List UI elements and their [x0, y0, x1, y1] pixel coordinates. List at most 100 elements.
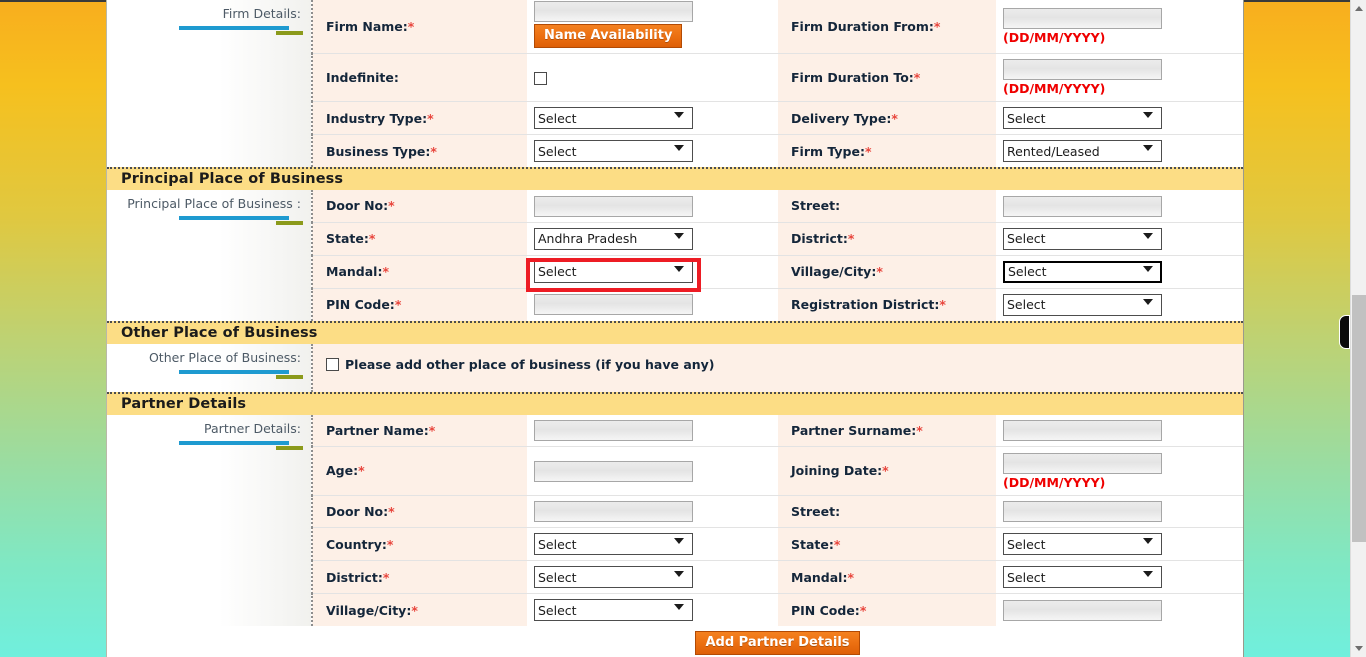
partner-street-input[interactable]: [1003, 501, 1162, 522]
required-asterisk: *: [859, 602, 867, 618]
field-firm-duration-to: (DD/MM/YYYY): [996, 53, 1243, 102]
label-joining-date: Joining Date:*: [778, 446, 996, 496]
partner-age-input[interactable]: [534, 460, 693, 482]
pp-street-input[interactable]: [1003, 195, 1162, 217]
required-asterisk: *: [916, 422, 923, 438]
panel-edge-marker[interactable]: [1339, 315, 1350, 349]
other-place-side-label: Other Place of Business:: [148, 349, 301, 365]
label-text: PIN Code:: [791, 602, 860, 618]
delivery-type-select[interactable]: Select: [1003, 107, 1162, 129]
pp-registration-district-select[interactable]: Select: [1003, 293, 1162, 316]
field-partner-pin-code: [996, 593, 1243, 626]
firm-name-input[interactable]: [534, 0, 693, 22]
field-firm-type: Rented/Leased: [996, 134, 1243, 167]
field-industry-type: Select: [527, 101, 778, 135]
add-partner-row: Add Partner Details: [107, 626, 1243, 657]
label-text: District:: [791, 231, 848, 246]
scrollbar-down-button[interactable]: [1351, 640, 1366, 657]
pp-village-city-select[interactable]: Select: [1003, 260, 1162, 283]
field-partner-district: Select: [527, 560, 778, 594]
label-pp-district: District:*: [778, 222, 996, 256]
firm-details-side-label: Firm Details:: [222, 6, 301, 21]
olive-bar: [276, 221, 303, 225]
label-text: Firm Name:: [326, 18, 408, 34]
partner-district-select-wrap: Select: [534, 566, 693, 588]
field-pp-mandal: Select: [527, 255, 778, 289]
required-asterisk: *: [864, 143, 872, 159]
indefinite-checkbox[interactable]: [534, 71, 547, 85]
label-pp-registration-district: Registration District:*: [778, 288, 996, 321]
label-firm-duration-to: Firm Duration To:*: [778, 53, 996, 102]
blue-bar: [179, 216, 289, 220]
label-text: Delivery Type:: [791, 110, 892, 126]
label-firm-duration-from: Firm Duration From:*: [778, 0, 996, 54]
label-text: Door No:: [326, 503, 389, 519]
firm-type-select-wrap: Rented/Leased: [1003, 140, 1162, 162]
field-joining-date: (DD/MM/YYYY): [996, 446, 1243, 496]
label-text: Firm Duration To:: [791, 69, 914, 85]
partner-country-select[interactable]: Select: [534, 533, 693, 555]
partner-surname-input[interactable]: [1003, 420, 1162, 441]
field-pp-registration-district: Select: [996, 288, 1243, 321]
pp-district-select[interactable]: Select: [1003, 227, 1162, 250]
side-underline: [107, 440, 303, 450]
pp-mandal-select[interactable]: Select: [534, 260, 693, 283]
add-partner-details-button[interactable]: Add Partner Details: [695, 631, 860, 655]
required-asterisk: *: [411, 602, 418, 618]
partner-name-input[interactable]: [534, 420, 693, 441]
label-text: Industry Type:: [326, 110, 428, 126]
field-pp-door-no: [527, 190, 778, 223]
side-underline: [107, 25, 303, 35]
name-availability-button[interactable]: Name Availability: [534, 23, 683, 48]
pp-district-select-wrap: Select: [1003, 227, 1162, 250]
label-text: Indefinite:: [326, 69, 399, 85]
label-text: Firm Duration From:: [791, 18, 934, 34]
label-partner-country: Country:*: [312, 527, 527, 561]
partner-country-select-wrap: Select: [534, 533, 693, 555]
firm-duration-to-input[interactable]: [1003, 59, 1162, 80]
required-asterisk: *: [382, 569, 390, 585]
label-partner-street: Street:: [778, 495, 996, 528]
label-text: Street:: [791, 503, 841, 519]
pp-door-no-input[interactable]: [534, 195, 693, 217]
form-content-panel: Firm Details: Firm Name: * Name Availabil…: [106, 0, 1244, 657]
industry-type-select[interactable]: Select: [534, 107, 693, 129]
partner-village-city-select[interactable]: Select: [534, 599, 693, 621]
required-asterisk: *: [876, 264, 883, 279]
label-partner-state: State:*: [778, 527, 996, 561]
partner-district-select[interactable]: Select: [534, 566, 693, 588]
partner-pin-code-input[interactable]: [1003, 599, 1162, 621]
field-business-type: Select: [527, 134, 778, 167]
field-partner-village-city: Select: [527, 593, 778, 626]
partner-details-table: Partner Details: Partner Name:* Partner …: [107, 414, 1243, 626]
arrow-down-icon: [1355, 646, 1363, 651]
section-header-principal-place: Principal Place of Business: [107, 167, 1243, 190]
pp-pin-code-input[interactable]: [534, 294, 693, 316]
scrollbar-thumb[interactable]: [1352, 295, 1366, 542]
field-partner-state: Select: [996, 527, 1243, 561]
partner-state-select[interactable]: Select: [1003, 533, 1162, 555]
required-asterisk: *: [882, 463, 889, 479]
label-partner-district: District:*: [312, 560, 527, 594]
section-header-other-place: Other Place of Business: [107, 320, 1243, 344]
partner-mandal-select[interactable]: Select: [1003, 566, 1162, 588]
firm-type-select[interactable]: Rented/Leased: [1003, 140, 1162, 162]
label-partner-village-city: Village/City:*: [312, 593, 527, 626]
industry-type-select-wrap: Select: [534, 107, 693, 129]
field-pp-village-city: Select: [996, 255, 1243, 289]
principal-place-side-label: Principal Place of Business :: [127, 196, 301, 211]
label-text: Mandal:: [791, 569, 848, 585]
business-type-select[interactable]: Select: [534, 140, 693, 162]
joining-date-input[interactable]: [1003, 452, 1162, 474]
other-place-checkbox[interactable]: [326, 357, 339, 371]
page-scrollbar[interactable]: [1350, 0, 1366, 657]
required-asterisk: *: [394, 297, 402, 312]
partner-door-no-input[interactable]: [534, 501, 693, 522]
firm-duration-from-input[interactable]: [1003, 8, 1162, 29]
pp-state-select[interactable]: Andhra Pradesh: [534, 227, 693, 250]
label-text: Mandal:: [326, 264, 383, 279]
other-place-checkbox-label: Please add other place of business (if y…: [345, 356, 715, 372]
olive-bar: [276, 374, 303, 379]
label-partner-surname: Partner Surname:*: [778, 414, 996, 447]
scrollbar-up-button[interactable]: [1351, 0, 1366, 17]
